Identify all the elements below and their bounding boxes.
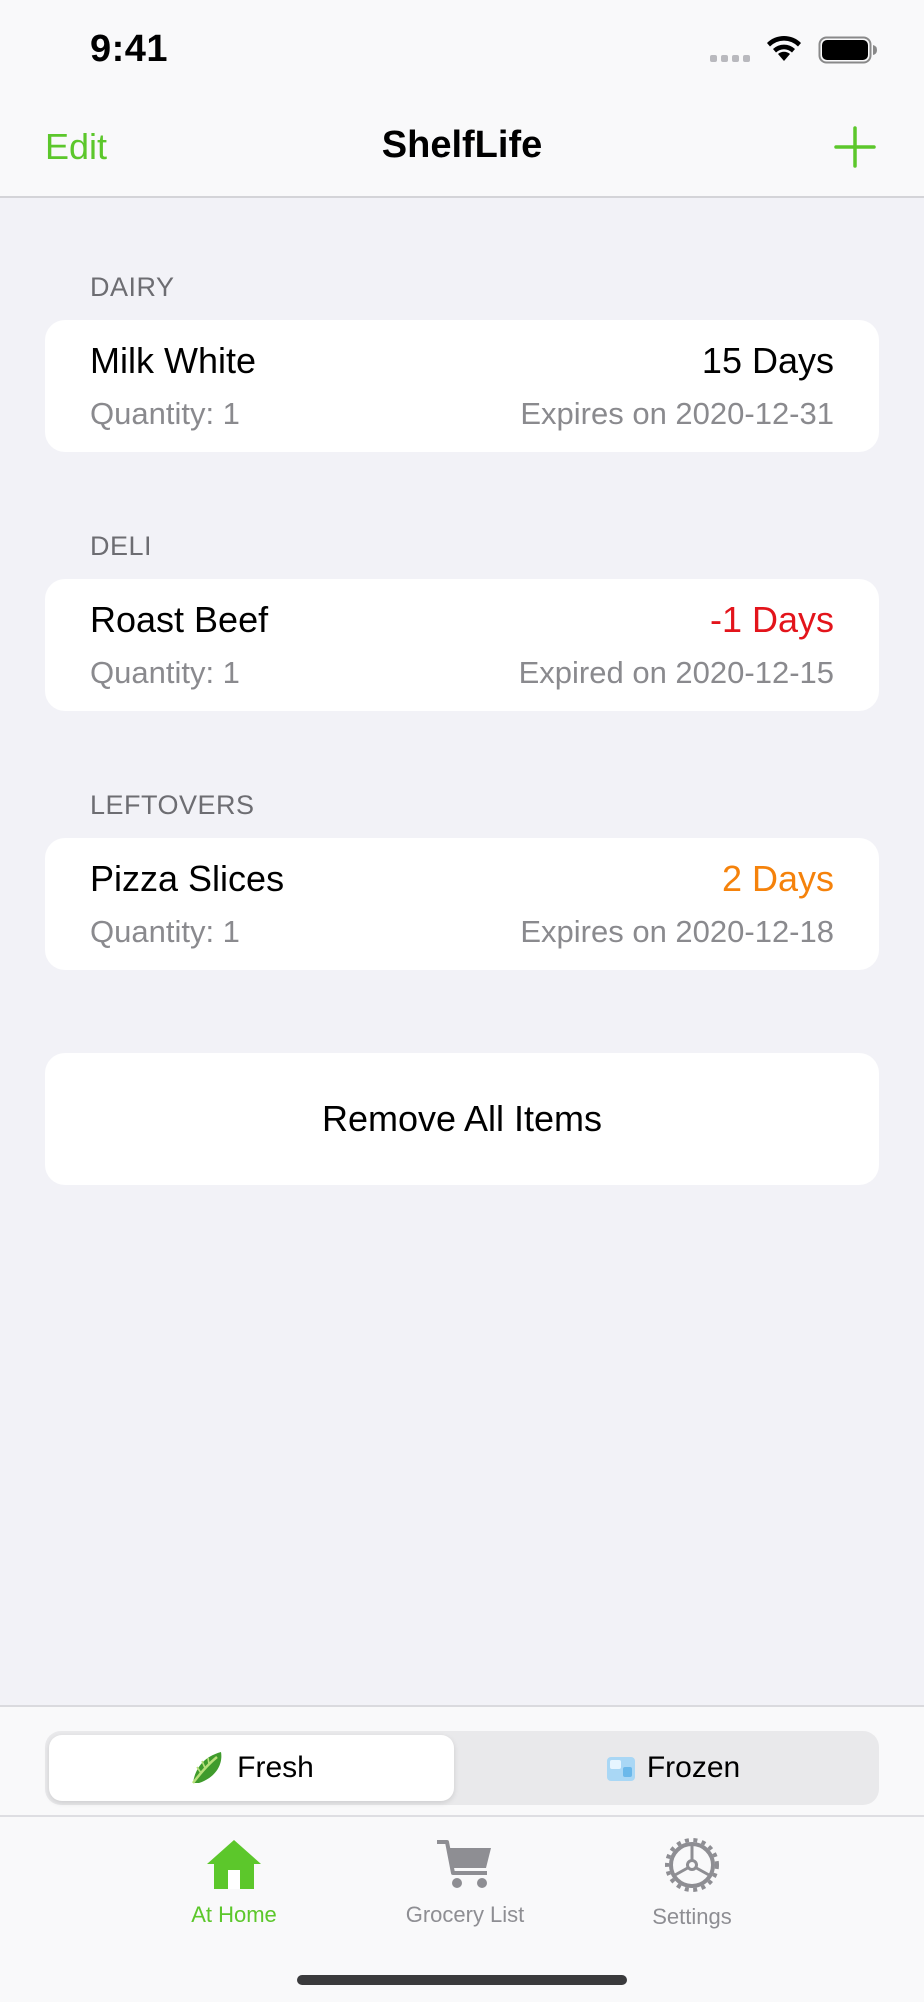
item-expiry-date: Expires on 2020-12-18 bbox=[520, 914, 834, 949]
item-name: Milk White bbox=[90, 340, 257, 381]
segment-fresh-label: Fresh bbox=[237, 1751, 314, 1784]
tab-at-home[interactable]: At Home bbox=[134, 1837, 334, 1928]
item-expiry-date: Expired on 2020-12-15 bbox=[518, 655, 834, 690]
item-name: Roast Beef bbox=[90, 599, 269, 640]
home-indicator bbox=[297, 1975, 627, 1985]
tab-bar-divider bbox=[0, 1815, 924, 1817]
cart-icon bbox=[437, 1840, 491, 1888]
tab-grocery-list-label: Grocery List bbox=[405, 1902, 525, 1927]
item-days-remaining: -1 Days bbox=[709, 599, 834, 640]
item-quantity: Quantity: 1 bbox=[90, 914, 240, 949]
page-title: ShelfLife bbox=[381, 124, 543, 166]
wifi-icon bbox=[767, 35, 801, 61]
lettuce-icon bbox=[192, 1752, 222, 1784]
item-quantity: Quantity: 1 bbox=[90, 655, 240, 690]
segment-frozen[interactable]: Frozen bbox=[470, 1735, 875, 1801]
section-header-deli: DELI bbox=[90, 531, 153, 561]
tab-grocery-list[interactable]: Grocery List bbox=[365, 1837, 565, 1928]
tab-at-home-label: At Home bbox=[191, 1902, 277, 1927]
navigation-bar: Edit ShelfLife bbox=[0, 100, 924, 198]
house-icon bbox=[207, 1840, 261, 1889]
battery-icon bbox=[818, 36, 877, 64]
segment-frozen-label: Frozen bbox=[646, 1751, 741, 1784]
ice-cube-icon bbox=[606, 1757, 635, 1781]
cellular-signal-icon bbox=[710, 55, 750, 62]
bottom-bar: Fresh Frozen At Home Grocery List Settin… bbox=[0, 1705, 924, 2002]
remove-all-items-button[interactable]: Remove All Items bbox=[45, 1053, 879, 1185]
fresh-frozen-segmented-control: Fresh Frozen bbox=[45, 1731, 879, 1805]
tab-settings[interactable]: Settings bbox=[592, 1837, 792, 1930]
list-item[interactable]: Pizza Slices Quantity: 1 2 Days Expires … bbox=[45, 838, 879, 970]
tab-settings-label: Settings bbox=[652, 1904, 732, 1929]
item-days-remaining: 15 Days bbox=[701, 340, 834, 381]
plus-icon[interactable] bbox=[834, 126, 876, 168]
item-quantity: Quantity: 1 bbox=[90, 396, 240, 431]
status-bar: 9:41 bbox=[0, 0, 924, 100]
item-expiry-date: Expires on 2020-12-31 bbox=[520, 396, 834, 431]
section-header-leftovers: LEFTOVERS bbox=[90, 790, 255, 820]
item-days-remaining: 2 Days bbox=[721, 858, 834, 899]
item-name: Pizza Slices bbox=[90, 858, 285, 899]
status-time: 9:41 bbox=[90, 28, 169, 70]
segment-fresh[interactable]: Fresh bbox=[49, 1735, 454, 1801]
list-item[interactable]: Roast Beef Quantity: 1 -1 Days Expired o… bbox=[45, 579, 879, 711]
list-item[interactable]: Milk White Quantity: 1 15 Days Expires o… bbox=[45, 320, 879, 452]
section-header-dairy: DAIRY bbox=[90, 272, 175, 302]
gear-icon bbox=[665, 1838, 719, 1892]
